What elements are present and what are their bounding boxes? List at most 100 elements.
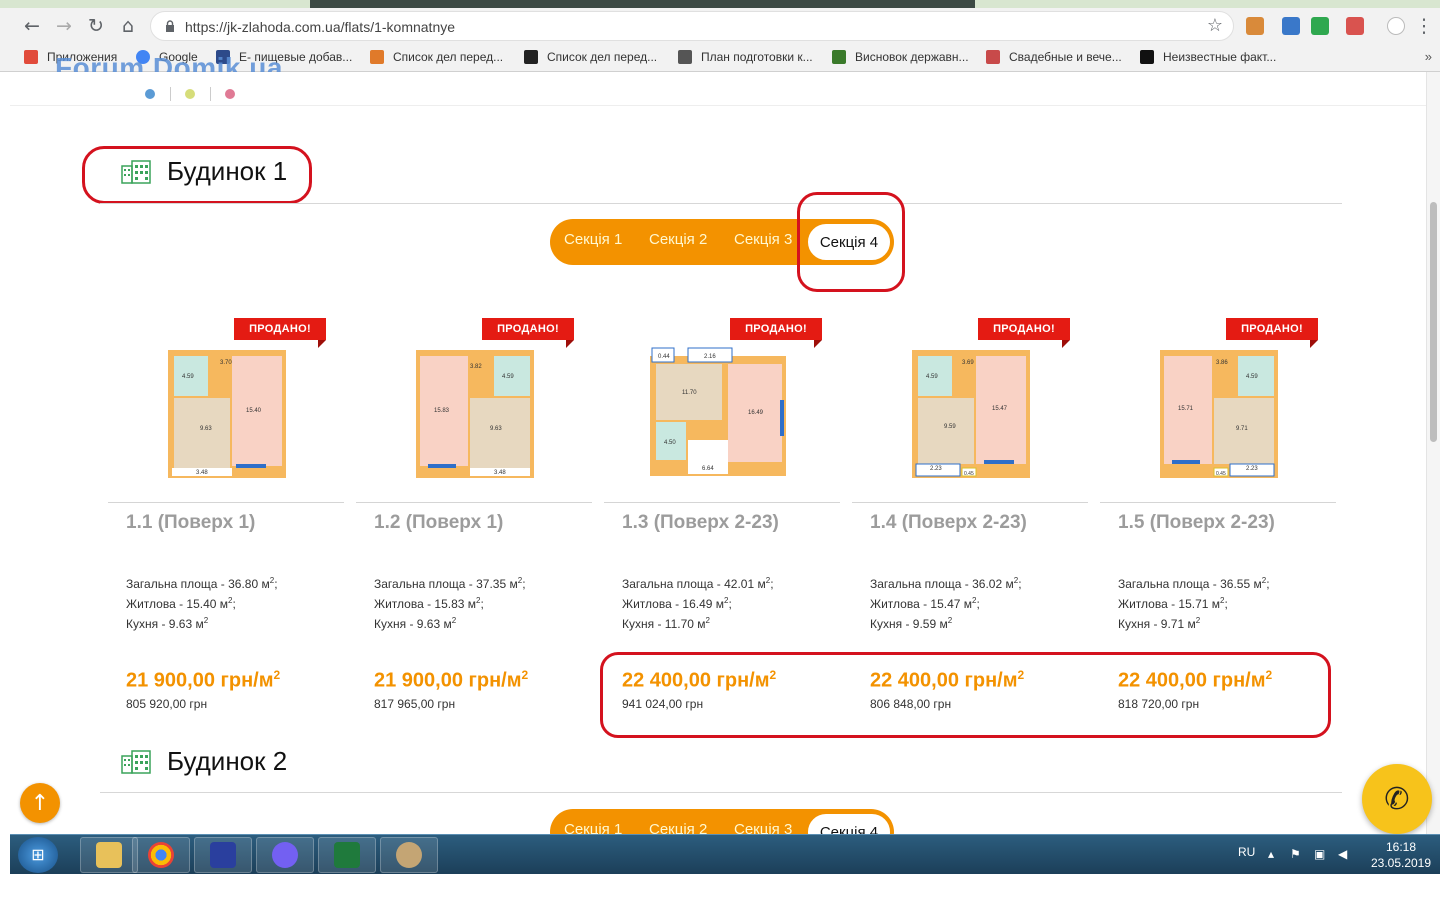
annotation-circle <box>82 146 312 204</box>
system-clock[interactable]: 16:18 23.05.2019 <box>1366 839 1436 871</box>
total-area: Загальна площа - 36.55 м2; <box>1118 576 1270 591</box>
floor-plan-image: 15.71 3.86 4.59 9.71 0.45 2.23 <box>1160 350 1278 478</box>
bookmark-item[interactable]: Висновок державн... <box>832 50 969 64</box>
superscript: 2 <box>1013 576 1019 585</box>
bookmark-icon <box>832 50 846 64</box>
bookmark-item[interactable]: План подготовки к... <box>678 50 813 64</box>
building-icon <box>121 750 151 774</box>
kitchen-area-text: Кухня - 9.59 м <box>870 617 948 631</box>
superscript: 2 <box>269 576 275 585</box>
flat-title[interactable]: 1.3 (Поверх 2-23) <box>622 512 779 534</box>
taskbar-viber[interactable] <box>256 837 314 873</box>
superscript: 2 <box>765 576 771 585</box>
plan-label: 4.59 <box>1246 374 1258 380</box>
menu-icon[interactable]: ⋮ <box>1412 14 1436 38</box>
bookmark-item[interactable]: Список дел перед... <box>524 50 657 64</box>
price-text: 21 900,00 грн/м <box>126 669 274 692</box>
bookmark-label: Список дел перед... <box>547 50 658 64</box>
plan-label: 15.40 <box>246 408 262 414</box>
living-area-text: Житлова - 15.83 м <box>374 597 477 611</box>
taskbar-paint[interactable] <box>380 837 438 873</box>
extension-icon[interactable] <box>1282 17 1300 35</box>
more-bookmarks-button[interactable]: » <box>1425 49 1432 64</box>
divider <box>210 87 211 101</box>
kitchen-area: Кухня - 11.70 м2 <box>622 616 710 631</box>
browser-toolbar: ← → ↻ ⌂ https://jk-zlahoda.com.ua/flats/… <box>0 8 1440 44</box>
total-area: Загальна площа - 37.35 м2; <box>374 576 526 591</box>
taskbar-explorer[interactable] <box>80 837 138 873</box>
scroll-to-top-button[interactable]: ↑ <box>20 783 60 823</box>
flat-card[interactable]: 0.44 2.16 11.70 16.49 4.50 6.64 ПРОДАНО!… <box>604 302 840 711</box>
reload-icon[interactable]: ↻ <box>84 14 108 38</box>
address-bar[interactable]: https://jk-zlahoda.com.ua/flats/1-komnat… <box>150 11 1234 41</box>
flat-title[interactable]: 1.4 (Поверх 2-23) <box>870 512 1027 534</box>
plan-label: 3.82 <box>470 364 482 370</box>
bookmark-star-icon[interactable]: ☆ <box>1207 15 1223 36</box>
plan-label: 9.71 <box>1236 426 1248 432</box>
bookmark-label: Список дел перед... <box>393 50 504 64</box>
sold-badge: ПРОДАНО! <box>234 318 326 340</box>
flag-icon[interactable]: ⚑ <box>1290 847 1301 861</box>
total-area: Загальна площа - 42.01 м2; <box>622 576 774 591</box>
arrow-up-icon: ↑ <box>30 790 50 816</box>
shield-extension-icon[interactable] <box>1311 17 1329 35</box>
kitchen-area-text: Кухня - 11.70 м <box>622 617 706 631</box>
flat-title[interactable]: 1.5 (Поверх 2-23) <box>1118 512 1275 534</box>
plan-label: 9.63 <box>200 426 212 432</box>
tab-section-2[interactable]: Секція 2 <box>649 231 707 248</box>
section-tabs: Секція 1 Секція 2 Секція 3 Секція 4 <box>550 809 894 834</box>
taskbar-excel[interactable] <box>318 837 376 873</box>
flat-title[interactable]: 1.2 (Поверх 1) <box>374 512 503 534</box>
show-hidden-icons-icon[interactable]: ▴ <box>1268 847 1274 861</box>
living-area: Житлова - 16.49 м2; <box>622 596 732 611</box>
plan-label: 9.59 <box>944 424 956 430</box>
tab-section-3[interactable]: Секція 3 <box>734 821 792 834</box>
divider <box>356 502 592 503</box>
tab-section-1[interactable]: Секція 1 <box>564 231 622 248</box>
plan-label: 15.71 <box>1178 406 1194 412</box>
tab-section-4[interactable]: Секція 4 <box>806 812 892 834</box>
language-indicator[interactable]: RU <box>1238 845 1255 859</box>
start-button[interactable]: ⊞ <box>18 837 58 873</box>
tab-section-2[interactable]: Секція 2 <box>649 821 707 834</box>
volume-icon[interactable]: ◀ <box>1338 847 1347 861</box>
floppy-icon <box>210 842 236 868</box>
blue-dot <box>145 89 155 99</box>
extension-icon[interactable] <box>1246 17 1264 35</box>
profile-avatar[interactable] <box>1387 17 1405 35</box>
flat-title[interactable]: 1.1 (Поверх 1) <box>126 512 255 534</box>
web-page: Будинок 1 Секція 1 Секція 2 Секція 3 Сек… <box>10 72 1426 834</box>
forward-icon[interactable]: → <box>52 14 76 38</box>
scrollbar[interactable] <box>1426 72 1440 834</box>
tab-section-3[interactable]: Секція 3 <box>734 231 792 248</box>
bookmark-item[interactable]: Свадебные и вече... <box>986 50 1122 64</box>
call-button[interactable]: ✆ <box>1362 764 1432 834</box>
kitchen-area: Кухня - 9.63 м2 <box>374 616 456 631</box>
badge-fold <box>318 340 326 348</box>
taskbar-app[interactable] <box>194 837 252 873</box>
price-per-m2: 21 900,00 грн/м2 <box>374 668 528 693</box>
flat-card[interactable]: 4.59 3.69 15.47 9.59 2.23 0.45 ПРОДАНО! … <box>852 302 1088 711</box>
network-icon[interactable]: ▣ <box>1314 847 1325 861</box>
kitchen-area: Кухня - 9.59 м2 <box>870 616 952 631</box>
kitchen-area-text: Кухня - 9.63 м <box>126 617 204 631</box>
plan-label: 4.59 <box>502 374 514 380</box>
total-area: Загальна площа - 36.02 м2; <box>870 576 1022 591</box>
flat-card[interactable]: 15.71 3.86 4.59 9.71 0.45 2.23 ПРОДАНО! … <box>1100 302 1336 711</box>
badge-fold <box>814 340 822 348</box>
living-area-text: Житлова - 15.47 м <box>870 597 973 611</box>
taskbar-chrome[interactable] <box>132 837 190 873</box>
flat-card[interactable]: 15.83 3.82 4.59 9.63 3.48 ПРОДАНО! 1.2 (… <box>356 302 592 711</box>
scrollbar-thumb[interactable] <box>1430 202 1437 442</box>
plan-label: 0.45 <box>964 471 974 477</box>
back-icon[interactable]: ← <box>20 14 44 38</box>
bookmark-item[interactable]: Список дел перед... <box>370 50 503 64</box>
bookmark-item[interactable]: Неизвестные факт... <box>1140 50 1276 64</box>
extension-icon[interactable] <box>1346 17 1364 35</box>
page-header-band <box>10 72 1426 106</box>
tab-section-1[interactable]: Секція 1 <box>564 821 622 834</box>
plan-label: 9.63 <box>490 426 502 432</box>
living-area-text: Житлова - 16.49 м <box>622 597 725 611</box>
home-icon[interactable]: ⌂ <box>116 14 140 38</box>
flat-card[interactable]: 4.59 3.70 15.40 9.63 3.48 ПРОДАНО! 1.1 (… <box>108 302 344 711</box>
